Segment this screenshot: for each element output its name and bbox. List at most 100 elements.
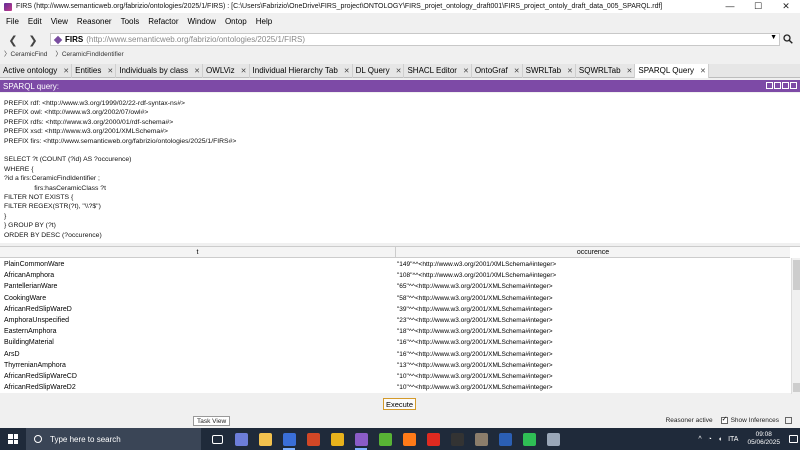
- sparql-query-editor[interactable]: PREFIX rdf: <http://www.w3.org/1999/02/2…: [0, 93, 800, 243]
- close-icon[interactable]: ✕: [63, 67, 69, 75]
- start-button[interactable]: [0, 428, 26, 450]
- powerpoint-taskbar-button[interactable]: [301, 428, 325, 450]
- inkscape-taskbar-button[interactable]: [445, 428, 469, 450]
- menu-edit[interactable]: Edit: [28, 17, 42, 26]
- close-icon[interactable]: ✕: [396, 67, 402, 75]
- close-icon[interactable]: ✕: [194, 67, 200, 75]
- tab-individuals-by-class[interactable]: Individuals by class ✕: [116, 63, 204, 78]
- menu-view[interactable]: View: [51, 17, 68, 26]
- firefox-taskbar-button[interactable]: [397, 428, 421, 450]
- menu-ontop[interactable]: Ontop: [225, 17, 247, 26]
- whatsapp-taskbar-button[interactable]: [517, 428, 541, 450]
- back-arrow-icon[interactable]: ❮: [6, 34, 20, 47]
- vs-icon: [354, 432, 368, 446]
- column-header-t[interactable]: t: [0, 247, 396, 257]
- tab-shacl-editor[interactable]: SHACL Editor ✕: [404, 63, 472, 78]
- table-row[interactable]: PlainCommonWare "149"^^<http://www.w3.org…: [0, 259, 790, 270]
- menu-help[interactable]: Help: [256, 17, 272, 26]
- table-row[interactable]: AfricanRedSlipWareCD "10"^^<http://www.w3…: [0, 371, 790, 382]
- tab-ontograf[interactable]: OntoGraf ✕: [472, 63, 523, 78]
- view-split-icon[interactable]: [766, 82, 773, 89]
- close-icon[interactable]: ✕: [241, 67, 247, 75]
- table-row[interactable]: ArsD "16"^^<http://www.w3.org/2001/XMLSch…: [0, 349, 790, 360]
- clock[interactable]: 09:08 05/06/2025: [747, 431, 780, 447]
- qgis-taskbar-button[interactable]: [373, 428, 397, 450]
- close-icon[interactable]: ✕: [627, 67, 633, 75]
- tab-sqwrltab[interactable]: SQWRLTab ✕: [576, 63, 636, 78]
- view-controls: [765, 82, 797, 89]
- tab-swrltab[interactable]: SWRLTab ✕: [523, 63, 576, 78]
- tab-sparql-query[interactable]: SPARQL Query ✕: [635, 63, 709, 78]
- results-header: t occurence: [0, 247, 790, 258]
- query-line: PREFIX firs: <http://www.semanticweb.org…: [4, 137, 237, 145]
- table-row[interactable]: BuildingMaterial "16"^^<http://www.w3.org…: [0, 337, 790, 348]
- query-line: firs:hasCeramicClass ?t: [4, 184, 106, 192]
- show-inferences-checkbox[interactable]: [720, 415, 728, 424]
- tab-owlviz[interactable]: OWLViz ✕: [203, 63, 250, 78]
- chrome-taskbar-button[interactable]: [325, 428, 349, 450]
- table-row[interactable]: AfricanRedSlipWareD2 "10"^^<http://www.w3…: [0, 382, 790, 393]
- column-header-occurence[interactable]: occurence: [396, 247, 790, 257]
- menu-refactor[interactable]: Refactor: [148, 17, 178, 26]
- word-taskbar-button[interactable]: [493, 428, 517, 450]
- tab-dl-query[interactable]: DL Query ✕: [353, 63, 405, 78]
- breadcrumb-item[interactable]: 〉CeramicFind: [4, 48, 51, 58]
- cell-t: PlainCommonWare: [4, 261, 65, 269]
- table-row[interactable]: AfricanRedSlipWareD "39"^^<http://www.w3.…: [0, 304, 790, 315]
- chevron-up-icon[interactable]: ^: [698, 436, 701, 443]
- execute-button[interactable]: Execute: [383, 398, 416, 410]
- widgets-taskbar-button[interactable]: [229, 428, 253, 450]
- task-view-taskbar-button[interactable]: [205, 428, 229, 450]
- table-row[interactable]: PantellerianWare "65"^^<http://www.w3.org…: [0, 281, 790, 292]
- cell-occurence: "18"^^<http://www.w3.org/2001/XMLSchema#…: [397, 328, 553, 336]
- tab-individual-hierarchy[interactable]: Individual Hierarchy Tab ✕: [250, 63, 353, 78]
- volume-icon[interactable]: ◖: [718, 436, 722, 443]
- cell-occurence: "58"^^<http://www.w3.org/2001/XMLSchema#…: [397, 294, 553, 302]
- close-icon[interactable]: ✕: [700, 67, 706, 75]
- settings-icon[interactable]: [785, 417, 792, 424]
- view-maximize-icon[interactable]: [782, 82, 789, 89]
- maximize-button[interactable]: ☐: [744, 0, 772, 13]
- scrollbar-down[interactable]: [793, 383, 800, 392]
- breadcrumb-item[interactable]: 〉CeramicFindIdentifier: [55, 48, 127, 58]
- close-icon[interactable]: ✕: [567, 67, 573, 75]
- table-row[interactable]: AfricanAmphora "108"^^<http://www.w3.org/…: [0, 270, 790, 281]
- vs-taskbar-button[interactable]: [349, 428, 373, 450]
- menu-window[interactable]: Window: [188, 17, 216, 26]
- close-icon[interactable]: ✕: [344, 67, 350, 75]
- scrollbar-thumb[interactable]: [793, 260, 800, 290]
- table-row[interactable]: ThyrrenianAmphora "13"^^<http://www.w3.or…: [0, 360, 790, 371]
- tab-active-ontology[interactable]: Active ontology ✕: [0, 63, 73, 78]
- app-taskbar-button[interactable]: [541, 428, 565, 450]
- acrobat-taskbar-button[interactable]: [421, 428, 445, 450]
- ontology-selector[interactable]: FIRS (http://www.semanticweb.org/fabrizi…: [50, 33, 780, 46]
- chevron-down-icon[interactable]: ▼: [770, 34, 777, 41]
- gimp-taskbar-button[interactable]: [469, 428, 493, 450]
- view-float-icon[interactable]: [774, 82, 781, 89]
- close-button[interactable]: ✕: [772, 0, 800, 13]
- view-close-icon[interactable]: [790, 82, 797, 89]
- menu-file[interactable]: File: [6, 17, 19, 26]
- menu-reasoner[interactable]: Reasoner: [77, 17, 112, 26]
- cell-occurence: "16"^^<http://www.w3.org/2001/XMLSchema#…: [397, 339, 553, 347]
- minimize-button[interactable]: —: [716, 0, 744, 13]
- tab-entities[interactable]: Entities ✕: [72, 63, 117, 78]
- forward-arrow-icon[interactable]: ❯: [26, 34, 40, 47]
- table-row[interactable]: EasternAmphora "18"^^<http://www.w3.org/2…: [0, 326, 790, 337]
- table-row[interactable]: CookingWare "58"^^<http://www.w3.org/2001…: [0, 293, 790, 304]
- results-scrollbar[interactable]: [791, 258, 800, 394]
- notifications-button[interactable]: [786, 428, 800, 450]
- taskbar-search[interactable]: Type here to search: [26, 428, 201, 450]
- menu-tools[interactable]: Tools: [121, 17, 140, 26]
- protege-taskbar-button[interactable]: [277, 428, 301, 450]
- table-row[interactable]: AmphoraUnspecified "23"^^<http://www.w3.o…: [0, 315, 790, 326]
- network-icon[interactable]: ◔: [708, 436, 712, 443]
- close-icon[interactable]: ✕: [107, 67, 113, 75]
- close-icon[interactable]: ✕: [463, 67, 469, 75]
- close-icon[interactable]: ✕: [514, 67, 520, 75]
- file-explorer-taskbar-button[interactable]: [253, 428, 277, 450]
- query-line: ​: [4, 146, 796, 155]
- search-icon[interactable]: [783, 34, 793, 44]
- language-indicator[interactable]: ITA: [728, 436, 738, 443]
- cell-t: EasternAmphora: [4, 328, 57, 336]
